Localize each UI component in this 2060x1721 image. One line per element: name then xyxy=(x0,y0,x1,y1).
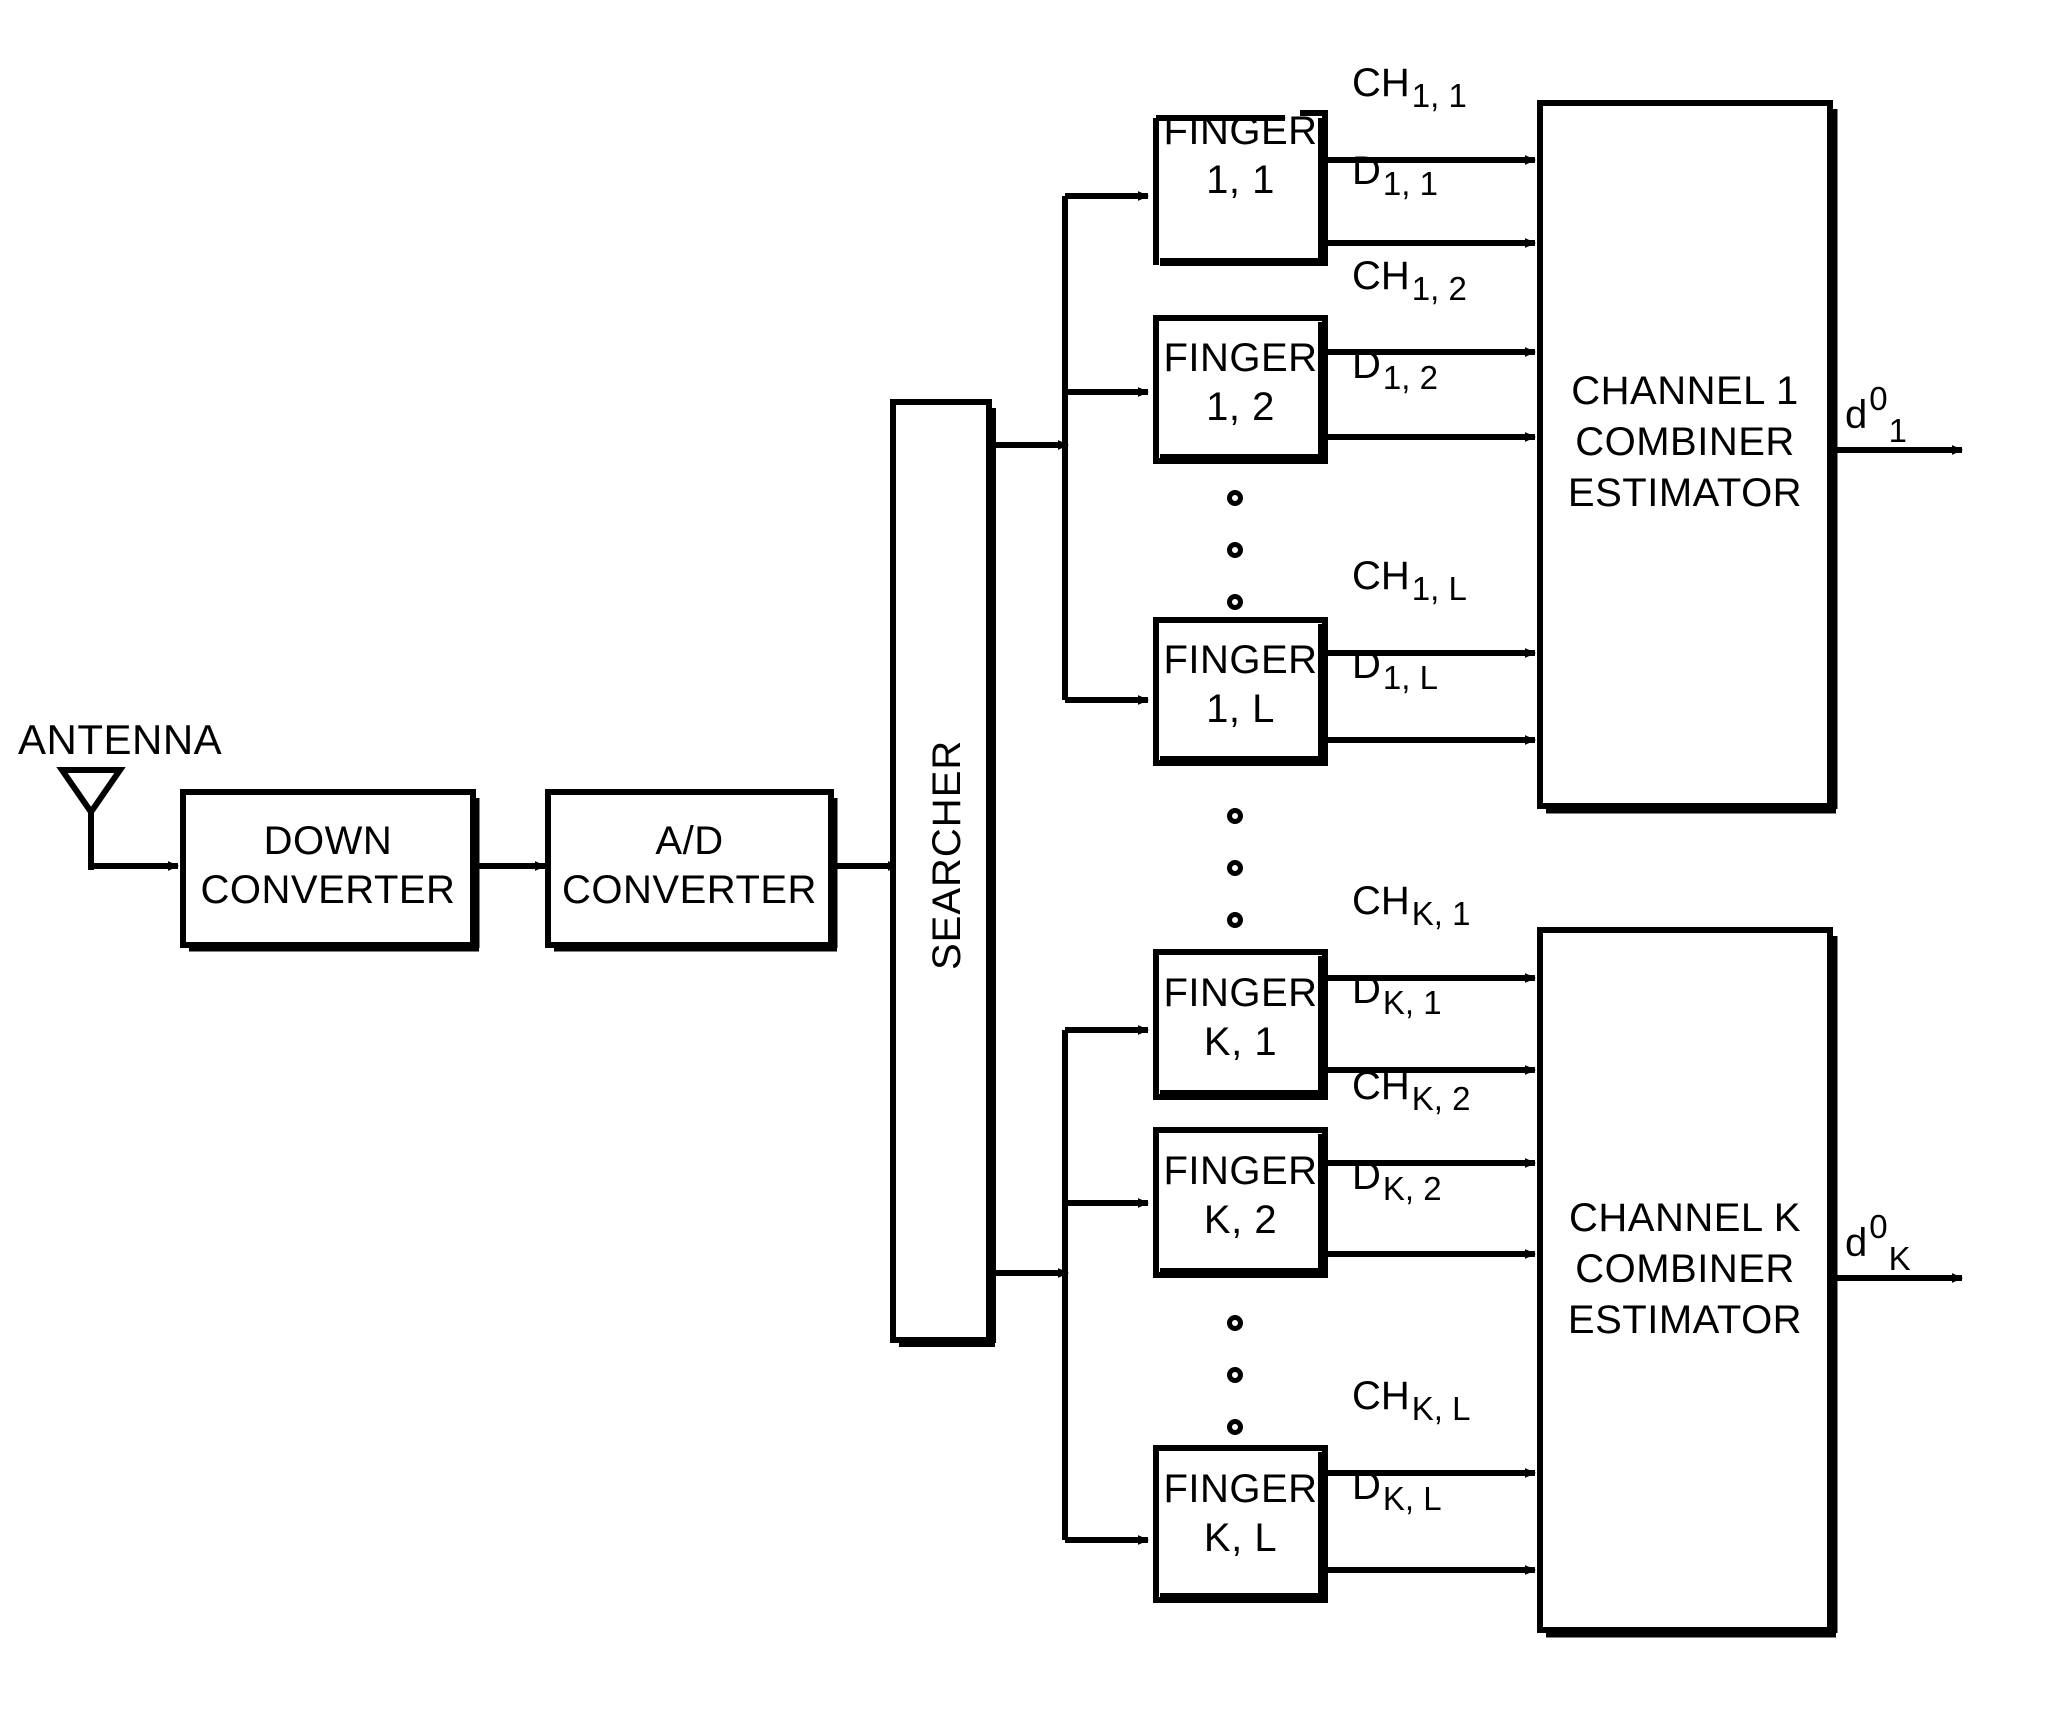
signal-sub: K, 1 xyxy=(1382,984,1442,1022)
output-base: d xyxy=(1845,393,1868,438)
antenna-label: ANTENNA xyxy=(18,716,223,763)
finger-k-1-line-1: FINGER xyxy=(1163,971,1318,1015)
signal-label-ch-1-L: CH1, L xyxy=(1352,553,1467,609)
output-sub: K xyxy=(1888,1240,1911,1277)
signal-base: D xyxy=(1352,643,1381,687)
signal-label-d-1-2: D1, 2 xyxy=(1352,342,1438,398)
ellipsis-dot xyxy=(1227,1419,1243,1435)
signal-sub: 1, 1 xyxy=(1382,165,1438,203)
output-sup: 0 xyxy=(1869,1208,1888,1245)
ellipsis-dot xyxy=(1227,594,1243,610)
searcher-label: SEARCHER xyxy=(925,739,969,970)
output-label-channel-k: d0K xyxy=(1845,1208,1911,1279)
bus-channel-k xyxy=(1062,1025,1149,1545)
signal-sub: K, L xyxy=(1411,1390,1471,1428)
signal-sub: 1, 2 xyxy=(1411,270,1467,308)
ellipsis-dot xyxy=(1227,1367,1243,1383)
signal-sub: 1, 1 xyxy=(1411,77,1467,115)
down-converter-line-2: CONVERTER xyxy=(200,868,456,912)
signal-sub: K, 2 xyxy=(1411,1080,1471,1118)
ellipsis-dot xyxy=(1227,490,1243,506)
signal-label-ch-1-1: CH1, 1 xyxy=(1352,60,1467,116)
signal-sub: K, 2 xyxy=(1382,1170,1442,1208)
ellipsis-dot xyxy=(1227,912,1243,928)
channel-k-combiner-line-3: ESTIMATOR xyxy=(1567,1298,1803,1342)
signal-sub: K, L xyxy=(1382,1480,1442,1518)
output-base: d xyxy=(1845,1221,1868,1266)
wire-antenna-to-downconverter xyxy=(88,812,179,871)
channel-k-combiner-line-2: COMBINER xyxy=(1575,1247,1795,1291)
signal-base: D xyxy=(1352,968,1381,1012)
ellipsis-dot xyxy=(1227,808,1243,824)
signal-label-ch-k-L: CHK, L xyxy=(1352,1373,1470,1429)
ellipsis-dot xyxy=(1227,1315,1243,1331)
finger-1-L-line-2: 1, L xyxy=(1206,687,1275,731)
finger-1-1-line-1: FINGER xyxy=(1163,109,1318,153)
ellipsis-fingers-channel-1 xyxy=(1227,490,1253,646)
ellipsis-fingers-channel-k xyxy=(1227,1315,1253,1471)
signal-label-d-k-L: DK, L xyxy=(1352,1463,1442,1519)
finger-k-2-line-1: FINGER xyxy=(1163,1149,1318,1193)
signal-base: CH xyxy=(1352,1064,1410,1108)
signal-label-ch-1-2: CH1, 2 xyxy=(1352,253,1467,309)
signal-base: CH xyxy=(1352,254,1410,298)
channel-k-combiner-line-1: CHANNEL K xyxy=(1569,1196,1801,1240)
signal-label-ch-k-2: CHK, 2 xyxy=(1352,1063,1470,1119)
channel-1-combiner-line-2: COMBINER xyxy=(1575,420,1795,464)
signal-base: D xyxy=(1352,149,1381,193)
finger-1-1-line-2: 1, 1 xyxy=(1206,158,1275,202)
signal-label-d-1-L: D1, L xyxy=(1352,642,1438,698)
signal-label-ch-k-1: CHK, 1 xyxy=(1352,878,1470,934)
finger-k-L-line-2: K, L xyxy=(1203,1516,1278,1560)
ellipsis-channels xyxy=(1227,808,1253,964)
diagram-canvas: ANTENNA DOWN CONVERTER A/D CONVERTER SEA… xyxy=(0,0,2060,1721)
output-label-channel-1: d01 xyxy=(1845,380,1907,451)
signal-base: CH xyxy=(1352,879,1410,923)
ellipsis-dot xyxy=(1227,860,1243,876)
finger-1-2-line-1: FINGER xyxy=(1163,336,1318,380)
ad-converter-line-1: A/D xyxy=(655,819,724,863)
signal-base: CH xyxy=(1352,1374,1410,1418)
signal-label-d-k-1: DK, 1 xyxy=(1352,967,1442,1023)
finger-k-1-line-2: K, 1 xyxy=(1203,1020,1278,1064)
output-sup: 0 xyxy=(1869,380,1888,417)
bus-channel-1 xyxy=(1062,191,1149,705)
finger-1-2-line-2: 1, 2 xyxy=(1206,385,1275,429)
signal-base: CH xyxy=(1352,61,1410,105)
finger-k-2-line-2: K, 2 xyxy=(1203,1198,1278,1242)
signal-base: D xyxy=(1352,1154,1381,1198)
signal-sub: 1, L xyxy=(1382,659,1438,697)
ellipsis-dot xyxy=(1227,542,1243,558)
signal-sub: 1, L xyxy=(1411,570,1467,608)
output-sub: 1 xyxy=(1888,412,1907,449)
signal-label-d-k-2: DK, 2 xyxy=(1352,1153,1442,1209)
channel-1-combiner-line-1: CHANNEL 1 xyxy=(1571,369,1799,413)
signal-base: D xyxy=(1352,343,1381,387)
channel-1-combiner-line-3: ESTIMATOR xyxy=(1567,471,1803,515)
signal-sub: 1, 2 xyxy=(1382,359,1438,397)
down-converter-line-1: DOWN xyxy=(263,819,393,863)
signal-base: CH xyxy=(1352,554,1410,598)
finger-k-L-line-1: FINGER xyxy=(1163,1467,1318,1511)
signal-sub: K, 1 xyxy=(1411,895,1471,933)
signal-label-d-1-1: D1, 1 xyxy=(1352,148,1438,204)
ad-converter-line-2: CONVERTER xyxy=(562,868,817,912)
signal-base: D xyxy=(1352,1464,1381,1508)
